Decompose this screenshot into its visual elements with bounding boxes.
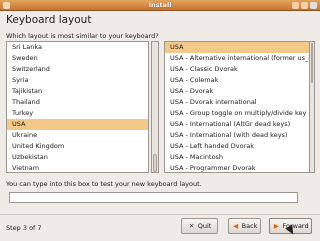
test-input-label: You can type into this box to test your …	[6, 180, 202, 188]
forward-arrow-icon: ▶	[273, 222, 279, 230]
variant-list-scroll-thumb[interactable]	[311, 43, 313, 83]
layout-list-item[interactable]: Syria	[7, 75, 148, 86]
variant-list-scrollbar[interactable]	[309, 41, 315, 173]
variant-list-item[interactable]: USA - International (with dead keys)	[165, 130, 312, 141]
variant-list-item[interactable]: USA - Alternative international (former …	[165, 53, 312, 64]
variant-list-item[interactable]: USA - Macintosh	[165, 152, 312, 163]
layout-list-scrollbar[interactable]	[151, 41, 159, 173]
layout-list-item[interactable]: Ukraine	[7, 130, 148, 141]
layout-list-item[interactable]: Vietnam	[7, 163, 148, 172]
window-title: Install	[148, 1, 172, 9]
variant-list-item[interactable]: USA - Dvorak	[165, 86, 312, 97]
layout-list-item[interactable]: Uzbekistan	[7, 152, 148, 163]
layout-list[interactable]: Sri Lanka Sweden Switzerland Syria Tajikista…	[6, 41, 149, 173]
quit-button[interactable]: ✕ Quit	[181, 218, 218, 234]
variant-list[interactable]: USA USA - Alternative international (form…	[164, 41, 313, 173]
separator	[0, 214, 320, 215]
quit-icon: ✕	[188, 222, 195, 230]
layout-prompt: Which layout is most similar to your key…	[6, 32, 159, 40]
layout-list-item[interactable]: Switzerland	[7, 64, 148, 75]
layout-list-item[interactable]: Thailand	[7, 97, 148, 108]
layout-list-item[interactable]: Sri Lanka	[7, 42, 148, 53]
title-bar: Install	[0, 0, 320, 11]
layout-list-scroll-thumb[interactable]	[153, 154, 157, 172]
variant-list-item[interactable]: USA - Colemak	[165, 75, 312, 86]
step-indicator: Step 3 of 7	[6, 224, 42, 232]
variant-list-item[interactable]: USA - International (AltGr dead keys)	[165, 119, 312, 130]
back-label: Back	[241, 222, 258, 230]
variant-list-item[interactable]: USA	[165, 42, 312, 53]
back-arrow-icon: ◀	[233, 222, 239, 230]
back-button[interactable]: ◀ Back	[228, 218, 261, 234]
layout-list-item[interactable]: Tajikistan	[7, 86, 148, 97]
page-title: Keyboard layout	[6, 14, 92, 26]
variant-list-item[interactable]: USA - Dvorak international	[165, 97, 312, 108]
layout-list-item[interactable]: Turkey	[7, 108, 148, 119]
layout-list-item[interactable]: USA	[7, 119, 148, 130]
quit-label: Quit	[197, 222, 212, 230]
variant-list-item[interactable]: USA - Programmer Dvorak	[165, 163, 312, 172]
minimize-icon[interactable]	[292, 2, 299, 9]
variant-list-item[interactable]: USA - Left handed Dvorak	[165, 141, 312, 152]
maximize-icon[interactable]	[301, 2, 308, 9]
layout-list-item[interactable]: Sweden	[7, 53, 148, 64]
layout-list-item[interactable]: United Kingdom	[7, 141, 148, 152]
variant-list-item[interactable]: USA - Classic Dvorak	[165, 64, 312, 75]
variant-list-item[interactable]: USA - Group toggle on multiply/divide ke…	[165, 108, 312, 119]
test-input[interactable]	[9, 192, 298, 203]
close-icon[interactable]	[310, 2, 317, 9]
